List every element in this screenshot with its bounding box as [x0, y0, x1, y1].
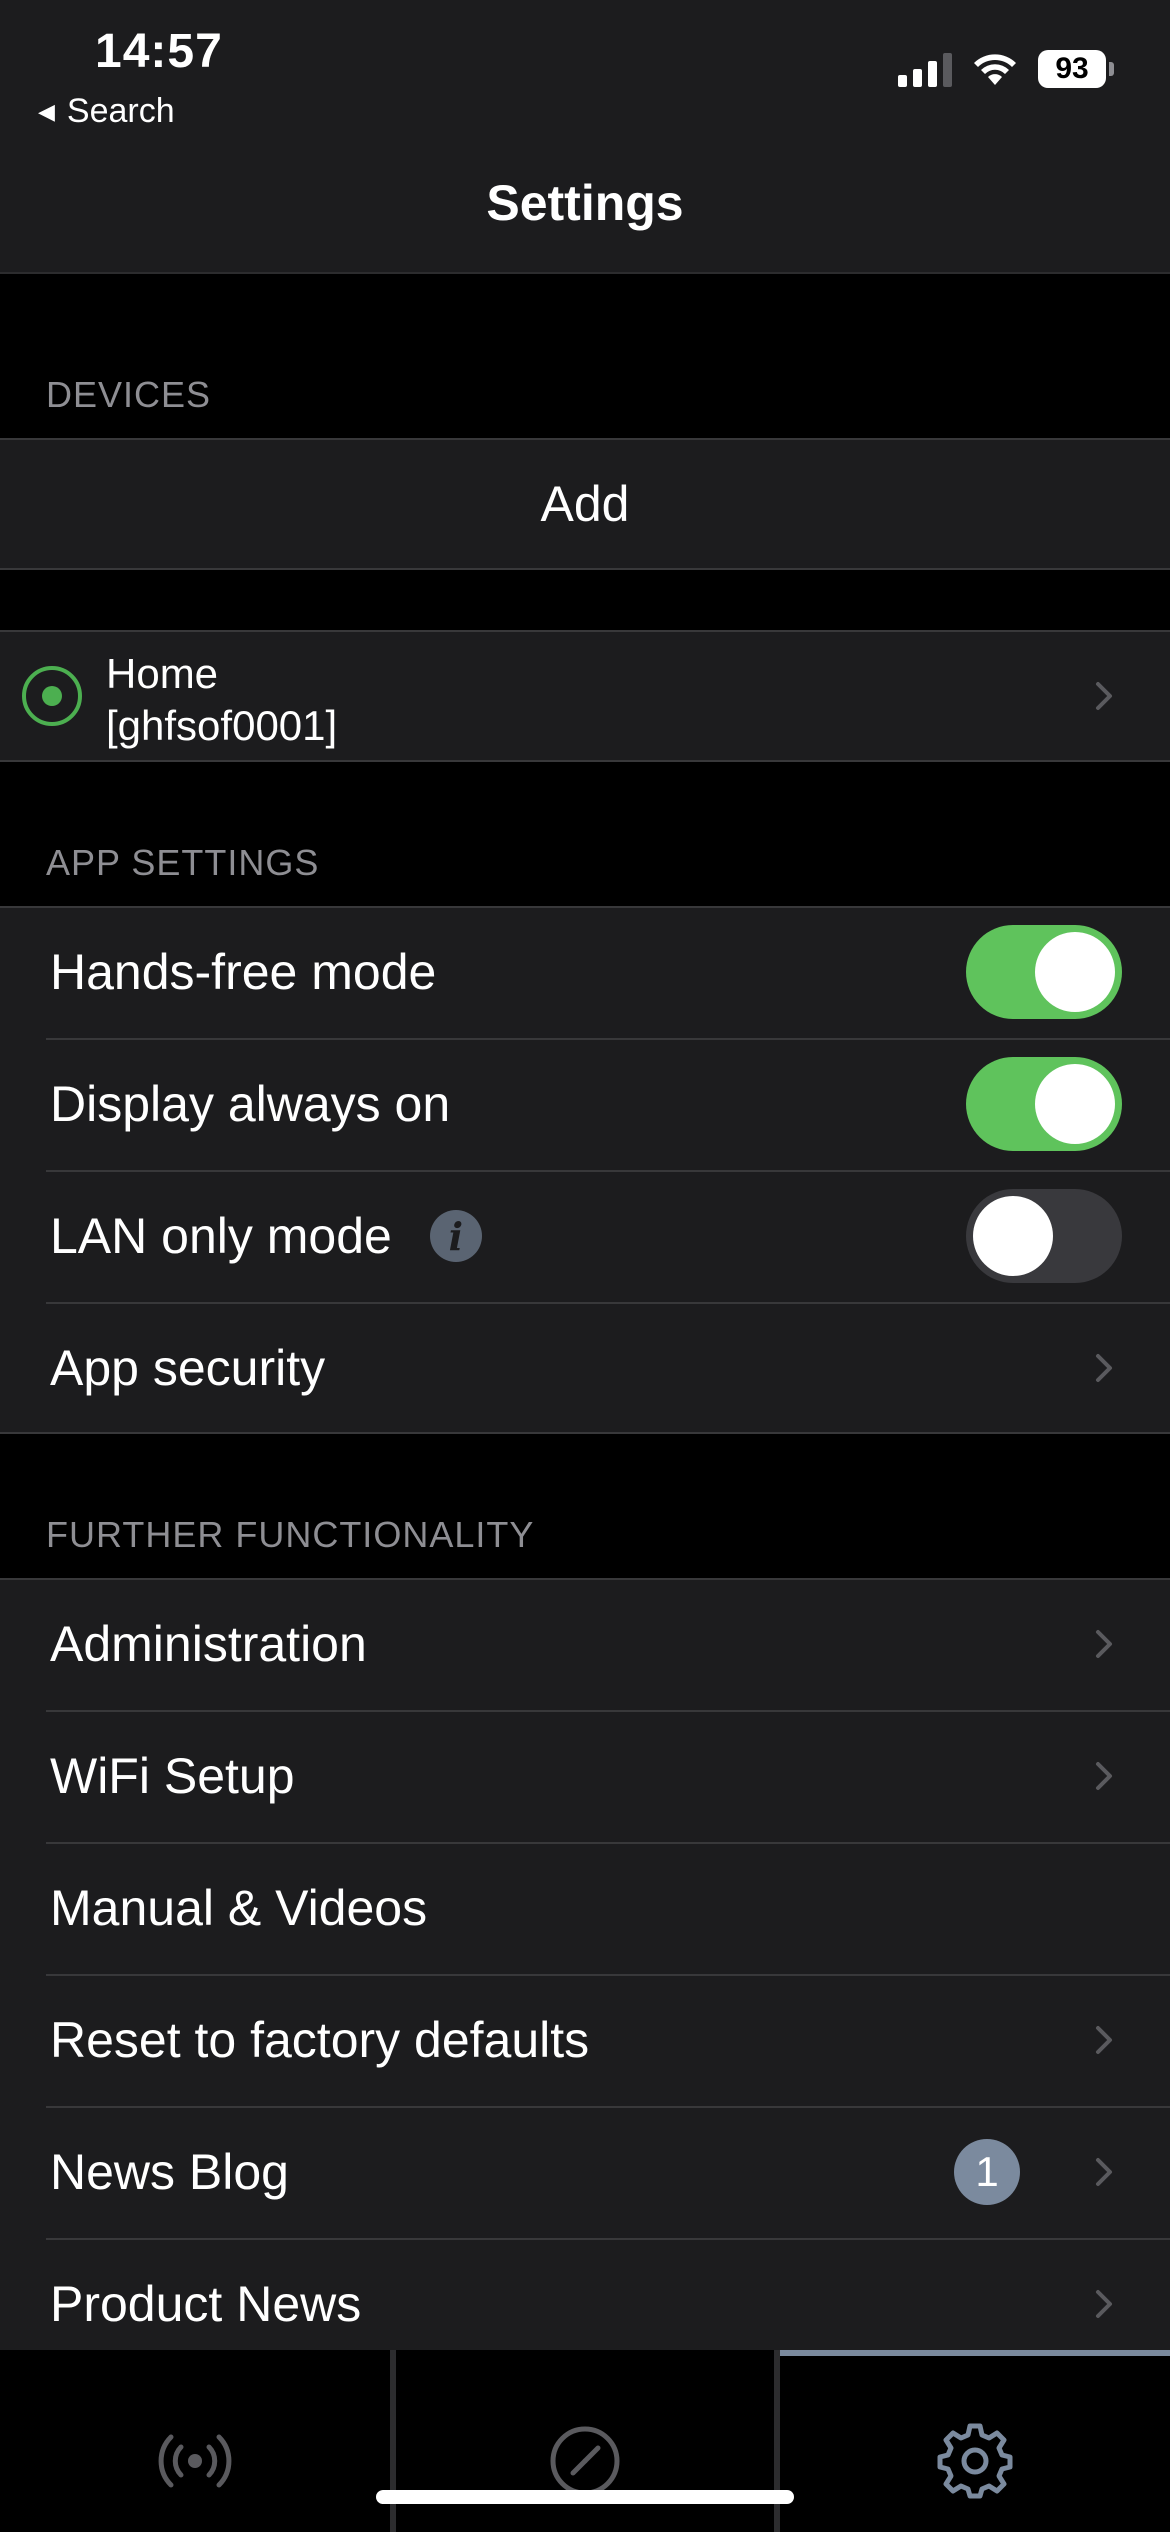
chevron-right-icon	[1086, 678, 1122, 714]
info-icon[interactable]: i	[429, 1210, 482, 1262]
section-header-further-functionality: FURTHER FUNCTIONALITY	[46, 1514, 535, 1555]
gear-icon	[937, 2423, 1013, 2499]
manual-videos-label: Manual & Videos	[50, 1880, 428, 1936]
administration-row[interactable]: Administration	[0, 1578, 1170, 1710]
wifi-setup-row[interactable]: WiFi Setup	[0, 1710, 1170, 1842]
device-name: Home	[106, 650, 219, 697]
administration-label: Administration	[50, 1616, 367, 1672]
news-blog-badge: 1	[954, 2139, 1020, 2205]
display-always-on-label: Display always on	[50, 1076, 451, 1132]
tab-settings[interactable]	[780, 2350, 1170, 2532]
add-device-button[interactable]: Add	[0, 438, 1170, 570]
add-device-label: Add	[540, 476, 630, 532]
reset-factory-defaults-label: Reset to factory defaults	[50, 2012, 590, 2068]
status-icons: 93	[898, 50, 1114, 88]
chevron-right-icon	[1086, 1626, 1122, 1662]
lan-only-mode-label: LAN only mode	[50, 1208, 392, 1264]
tab-bar	[0, 2350, 1170, 2532]
app-security-row[interactable]: App security	[0, 1302, 1170, 1434]
product-news-label: Product News	[50, 2276, 362, 2332]
active-tab-indicator	[780, 2350, 1170, 2356]
reset-factory-defaults-row[interactable]: Reset to factory defaults	[0, 1974, 1170, 2106]
manual-videos-row[interactable]: Manual & Videos	[0, 1842, 1170, 1974]
display-always-on-row: Display always on	[0, 1038, 1170, 1170]
tab-live[interactable]	[0, 2350, 390, 2532]
navigation-bar: Settings	[0, 160, 1170, 274]
status-time: 14:57	[95, 25, 223, 78]
chevron-right-icon	[1086, 1350, 1122, 1386]
section-header-devices: DEVICES	[46, 374, 212, 415]
wifi-setup-label: WiFi Setup	[50, 1748, 295, 1804]
hands-free-mode-label: Hands-free mode	[50, 944, 437, 1000]
battery-icon: 93	[1038, 50, 1114, 88]
hands-free-mode-row: Hands-free mode	[0, 906, 1170, 1038]
wifi-icon	[974, 54, 1016, 85]
battery-level: 93	[1038, 50, 1106, 88]
news-blog-label: News Blog	[50, 2144, 289, 2200]
home-indicator[interactable]	[376, 2490, 794, 2504]
chevron-right-icon	[1086, 2022, 1122, 2058]
device-selected-radio[interactable]	[22, 666, 82, 726]
device-item-home[interactable]: Home [ghfsof0001]	[0, 630, 1170, 762]
chevron-right-icon	[1086, 1758, 1122, 1794]
section-header-app-settings: APP SETTINGS	[46, 842, 320, 883]
news-blog-row[interactable]: News Blog 1	[0, 2106, 1170, 2238]
hands-free-mode-toggle[interactable]	[966, 925, 1122, 1019]
status-bar: 14:57 ◀ Search 93	[0, 0, 1170, 160]
device-info: Home [ghfsof0001]	[106, 648, 337, 752]
page-title: Settings	[486, 175, 684, 231]
device-id: [ghfsof0001]	[106, 702, 338, 749]
tab-history[interactable]	[390, 2350, 780, 2532]
broadcast-icon	[158, 2434, 232, 2488]
lan-only-mode-row: LAN only mode i	[0, 1170, 1170, 1302]
chevron-right-icon	[1086, 2154, 1122, 2190]
back-label: Search	[66, 92, 175, 130]
display-always-on-toggle[interactable]	[966, 1057, 1122, 1151]
lan-only-mode-toggle[interactable]	[966, 1189, 1122, 1283]
clock-icon	[550, 2426, 620, 2496]
back-arrow-icon: ◀	[38, 98, 55, 124]
back-to-search-link[interactable]: ◀ Search	[38, 92, 175, 131]
chevron-right-icon	[1086, 2286, 1122, 2322]
cellular-signal-icon	[898, 51, 952, 87]
app-security-label: App security	[50, 1340, 326, 1396]
